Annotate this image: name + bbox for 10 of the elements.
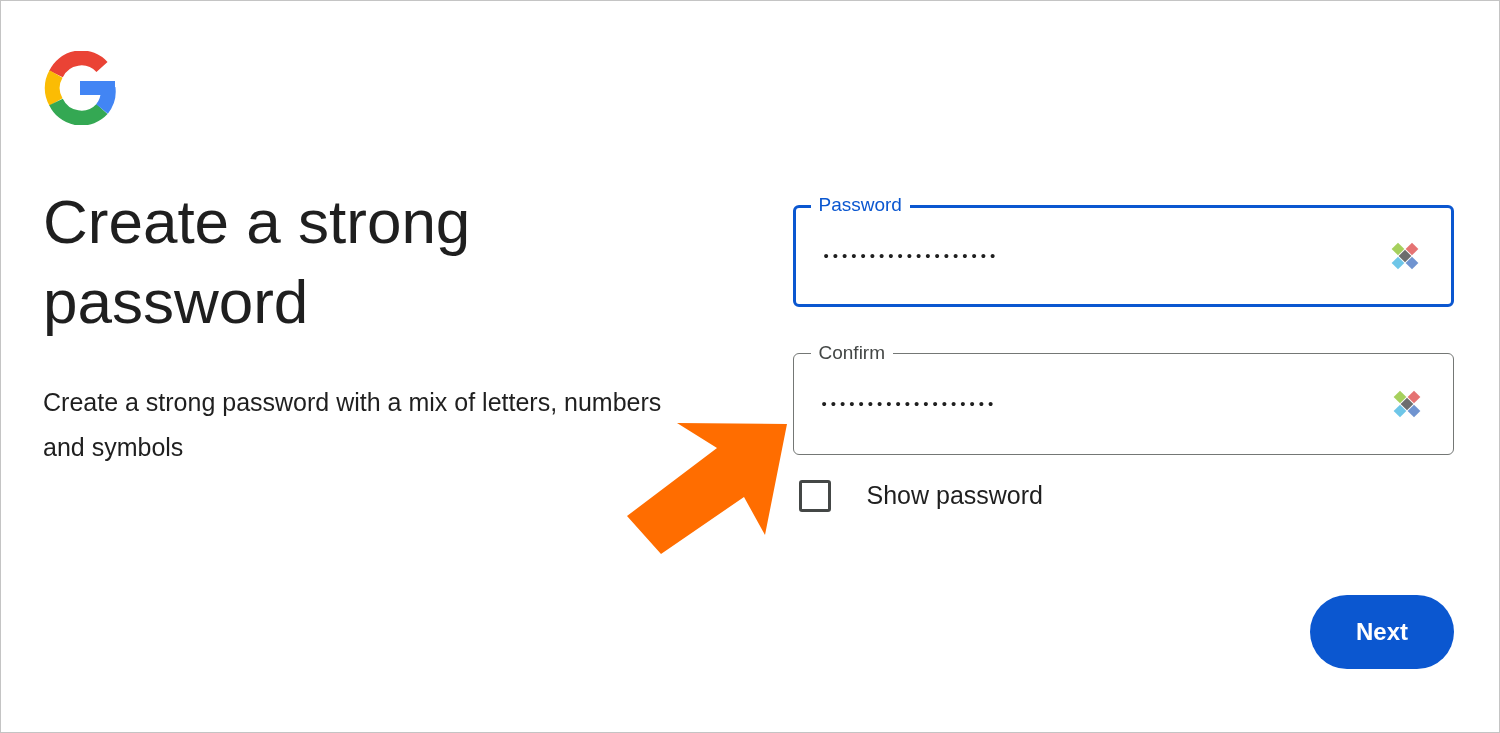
description-text: Create a strong password with a mix of letters, numbers and symbols (43, 387, 663, 463)
next-button[interactable]: Next (1310, 594, 1454, 669)
show-password-label[interactable]: Show password (866, 477, 1043, 515)
logo-icon (43, 51, 117, 125)
page-title: Create a strong password (43, 186, 472, 338)
show-password-checkbox[interactable] (798, 479, 831, 512)
password-input[interactable]: ••••••••••••••••••• (821, 392, 1391, 416)
password-manager-icon[interactable] (1389, 240, 1421, 272)
password-input[interactable]: ••••••••••••••••••• (823, 244, 1389, 268)
password-manager-icon[interactable] (1391, 388, 1423, 420)
